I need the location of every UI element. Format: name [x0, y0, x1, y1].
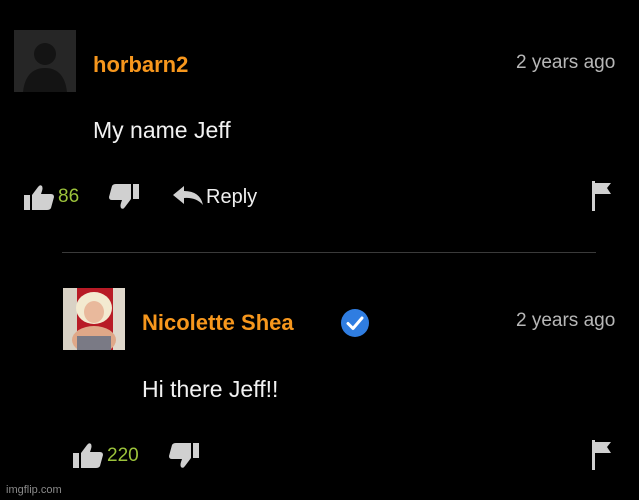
comment-username[interactable]: Nicolette Shea: [142, 312, 294, 334]
flag-icon: [592, 181, 611, 211]
comment-text: My name Jeff: [93, 117, 231, 143]
like-count: 220: [107, 445, 139, 466]
flag-button[interactable]: [590, 439, 614, 471]
thumbs-up-icon: [24, 185, 54, 210]
dislike-button[interactable]: [168, 442, 200, 470]
reply-button[interactable]: [172, 185, 204, 207]
like-count: 86: [58, 186, 80, 207]
reply-thread-divider: [62, 252, 596, 253]
user-avatar[interactable]: [63, 288, 125, 350]
verified-badge: [340, 308, 370, 338]
thumbs-down-icon: [109, 184, 139, 209]
reply-label[interactable]: Reply: [206, 187, 257, 207]
dislike-button[interactable]: [108, 183, 140, 211]
comment-text: Hi there Jeff!!: [142, 376, 279, 402]
thumbs-down-icon: [169, 443, 199, 468]
flag-icon: [592, 440, 611, 470]
like-button[interactable]: [23, 183, 55, 211]
flag-button[interactable]: [590, 180, 614, 212]
avatar-photo-icon: [63, 288, 125, 350]
like-button[interactable]: [72, 441, 104, 469]
comment-timestamp: 2 years ago: [516, 310, 616, 331]
default-avatar[interactable]: [14, 30, 76, 92]
watermark: imgflip.com: [6, 484, 62, 496]
comment-timestamp: 2 years ago: [516, 52, 616, 73]
comment-username[interactable]: horbarn2: [93, 54, 188, 76]
reply-arrow-icon: [173, 186, 203, 205]
default-avatar-icon: [14, 30, 76, 92]
verified-badge-icon: [341, 309, 369, 337]
thumbs-up-icon: [73, 443, 103, 468]
